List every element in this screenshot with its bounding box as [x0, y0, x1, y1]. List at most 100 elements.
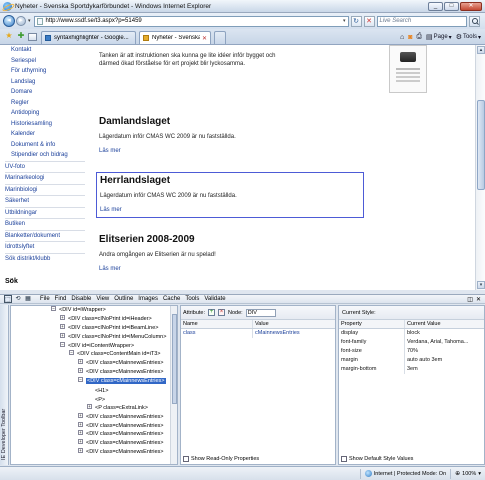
show-readonly-checkbox[interactable] — [183, 456, 189, 462]
maximize-button[interactable]: □ — [444, 1, 459, 11]
scroll-down-icon[interactable]: ▾ — [477, 281, 485, 289]
feeds-button[interactable]: ◙ — [408, 34, 412, 41]
stop-button[interactable]: ✕ — [363, 15, 375, 27]
url-dropdown-icon[interactable]: ▾ — [343, 18, 346, 24]
dom-node[interactable]: + <DIV class=cMainnewsEntries> — [11, 412, 177, 422]
sidebar-item-for-uthyrning[interactable]: För uthyrning — [5, 66, 85, 77]
devtools-menu-disable[interactable]: Disable — [71, 296, 91, 302]
dom-node[interactable]: + <DIV class=cMainnewsEntries> — [11, 368, 177, 377]
dom-node[interactable]: <H1> — [11, 386, 177, 395]
sidebar-item-idrottslyftet[interactable]: Idrottslyftet — [5, 241, 85, 253]
add-attribute-icon[interactable]: + — [208, 309, 216, 316]
collapse-icon[interactable]: − — [69, 350, 74, 356]
pin-icon[interactable]: ◫ — [467, 296, 473, 303]
sidebar-item-marinarkeologi[interactable]: Marinarkeologi — [5, 172, 85, 184]
show-default-option[interactable]: Show Default Style Values — [341, 456, 413, 462]
search-icon[interactable] — [468, 15, 480, 27]
history-dropdown-icon[interactable]: ▾ — [28, 18, 31, 24]
back-button[interactable]: ◂ — [3, 15, 15, 27]
dom-node[interactable]: + <DIV class=cMainnewsEntries> — [11, 430, 177, 439]
url-field[interactable]: http://www.ssdf.se/t3.aspx?p=51459 ▾ — [33, 15, 349, 27]
devtools-menu-validate[interactable]: Validate — [204, 296, 225, 302]
refresh-button[interactable]: ↻ — [350, 15, 362, 27]
sidebar-item-historiesamling[interactable]: Historiesamling — [5, 119, 85, 130]
dom-tree[interactable]: − <DIV id=iWrapper> + <DIV class=cINoPrint … — [10, 305, 178, 465]
page-scrollbar[interactable]: ▴ ▾ — [475, 45, 485, 290]
sidebar-item-blanketter[interactable]: Blanketter/dokument — [5, 229, 85, 242]
devtools-menu-file[interactable]: File — [40, 296, 50, 302]
dom-tree-scroll-thumb[interactable] — [172, 314, 177, 404]
read-more-link[interactable]: Läs mer — [99, 266, 364, 272]
expand-icon[interactable]: + — [60, 314, 65, 320]
instruction-thumbnail[interactable] — [389, 45, 427, 93]
forward-button[interactable]: ▸ — [16, 16, 26, 26]
refresh-tree-icon[interactable]: ⟲ — [14, 295, 22, 303]
devtools-menu-find[interactable]: Find — [55, 296, 67, 302]
sidebar-item-kalender[interactable]: Kalender — [5, 129, 85, 140]
show-readonly-option[interactable]: Show Read-Only Properties — [183, 456, 259, 462]
show-default-checkbox[interactable] — [341, 456, 347, 462]
close-devtools-icon[interactable]: ✕ — [476, 296, 481, 303]
node-field[interactable]: DIV — [245, 308, 276, 317]
expand-icon[interactable]: + — [78, 368, 83, 374]
dom-node[interactable]: − <DIV id=iContentWrapper> — [11, 341, 177, 351]
expand-icon[interactable]: + — [78, 359, 83, 365]
expand-icon[interactable]: + — [78, 439, 83, 445]
dom-tree-scrollbar[interactable] — [170, 306, 177, 464]
sidebar-item-stipendier[interactable]: Stipendier och bidrag — [5, 150, 85, 161]
sidebar-item-marinbiologi[interactable]: Marinbiologi — [5, 183, 85, 196]
add-favorite-icon[interactable]: ✚ — [16, 31, 26, 41]
page-menu[interactable]: ▤ Page ▾ — [426, 33, 452, 41]
expand-icon[interactable]: + — [60, 323, 65, 329]
style-row[interactable]: margin auto auto 3em — [339, 356, 484, 365]
sidebar-item-butiken[interactable]: Butiken — [5, 218, 85, 230]
expand-icon[interactable]: + — [87, 403, 92, 409]
collapse-icon[interactable]: − — [60, 341, 65, 347]
scrollbar-thumb[interactable] — [477, 100, 485, 190]
tab-nyheter[interactable]: Nyheter - Svenska Spor... ✕ — [139, 31, 211, 44]
devtools-menu-tools[interactable]: Tools — [185, 296, 199, 302]
sidebar-item-dokument-info[interactable]: Dokument & info — [5, 140, 85, 151]
expand-icon[interactable]: + — [78, 448, 83, 454]
delete-attribute-icon[interactable]: × — [218, 309, 226, 316]
dom-node[interactable]: − <DIV class=cContentMain id=iT3> — [11, 350, 177, 359]
style-row[interactable]: display block — [339, 329, 484, 338]
ruler-icon[interactable]: ▦ — [24, 295, 32, 303]
tab-syntaxhighlighter[interactable]: syntaxhighlighter - Google... — [41, 31, 136, 44]
home-button[interactable]: ⌂ — [400, 34, 404, 41]
dom-node[interactable]: + <DIV class=cINoPrint id=iMenuColumn> — [11, 332, 177, 342]
quick-tabs-icon[interactable] — [28, 33, 37, 41]
select-element-icon[interactable]: ⬚ — [4, 295, 12, 303]
read-more-link[interactable]: Läs mer — [99, 148, 364, 154]
tools-menu[interactable]: ⚙ Tools ▾ — [456, 33, 481, 41]
collapse-icon[interactable]: − — [51, 306, 56, 311]
read-more-link[interactable]: Läs mer — [100, 207, 360, 213]
style-row[interactable]: font-size 70% — [339, 347, 484, 356]
dom-node[interactable]: <P> — [11, 395, 177, 404]
new-tab-button[interactable] — [214, 31, 226, 44]
style-row[interactable]: font-family Verdana, Arial, Tahoma... — [339, 338, 484, 347]
dom-node[interactable]: + <DIV class=cMainnewsEntries> — [11, 359, 177, 368]
expand-icon[interactable]: + — [78, 412, 83, 418]
expand-icon[interactable]: + — [78, 430, 83, 436]
sidebar-item-kontakt[interactable]: Kontakt — [5, 45, 85, 56]
sidebar-item-antidoping[interactable]: Antidoping — [5, 108, 85, 119]
zoom-control[interactable]: ⊕ 100% ▾ — [450, 468, 485, 479]
dom-node[interactable]: + <DIV class=cINoPrint id=iHeader> — [11, 314, 177, 324]
tab-close-icon[interactable]: ✕ — [202, 35, 207, 42]
devtools-menu-outline[interactable]: Outline — [114, 296, 133, 302]
minimize-button[interactable]: _ — [428, 1, 443, 11]
devtools-menu-images[interactable]: Images — [138, 296, 158, 302]
security-zone[interactable]: Internet | Protected Mode: On — [359, 468, 450, 479]
dom-node[interactable]: + <P class=cExtraLink> — [11, 403, 177, 413]
dom-node[interactable]: − <DIV id=iWrapper> — [11, 306, 177, 315]
attribute-row[interactable]: class cMainnewsEntries — [181, 329, 335, 338]
devtools-menu-view[interactable]: View — [96, 296, 109, 302]
sidebar-item-regler[interactable]: Regler — [5, 98, 85, 109]
sidebar-item-domare[interactable]: Domare — [5, 87, 85, 98]
dom-node[interactable]: + <DIV class=cMainnewsEntries> — [11, 421, 177, 431]
dom-node[interactable]: + <DIV class=cMainnewsEntries> — [11, 439, 177, 448]
devtools-menu-cache[interactable]: Cache — [163, 296, 180, 302]
dom-node[interactable]: − <DIV class=cMainnewsEntries> — [11, 377, 177, 386]
sidebar-item-sok-distrikt[interactable]: Sök distrikt/klubb — [5, 252, 85, 265]
